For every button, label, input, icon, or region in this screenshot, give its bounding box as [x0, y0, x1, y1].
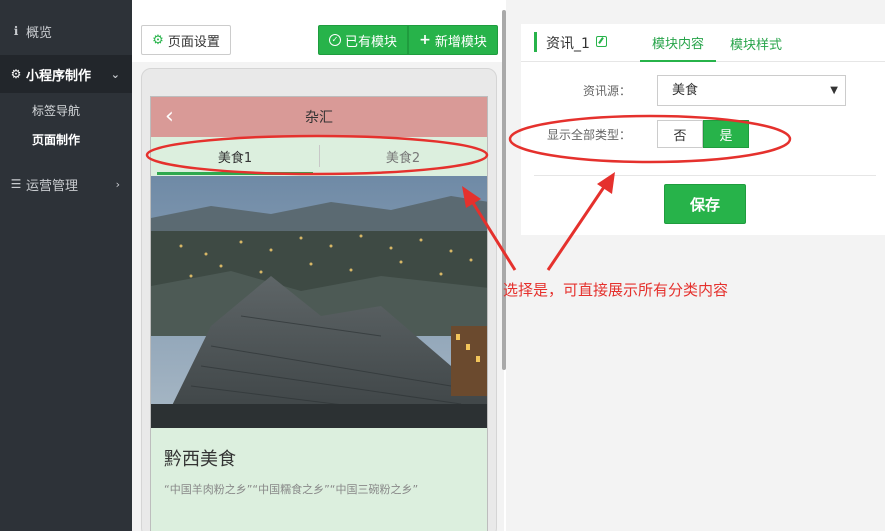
app-root: ℹ 概览 ⚙ 小程序制作 ⌄ 标签导航 页面制作 ☰ 运营管理 › ⚙ 页面设置…	[0, 0, 885, 531]
toolbar: ⚙ 页面设置 ✓ 已有模块 + 新增模块	[132, 0, 504, 62]
add-module-button[interactable]: + 新增模块	[408, 25, 498, 55]
article-description: “中国羊肉粉之乡”“中国糯食之乡”“中国三碗粉之乡”	[164, 483, 419, 496]
save-button[interactable]: 保存	[664, 184, 746, 224]
sidebar-item-label: 小程序制作	[26, 68, 92, 84]
screen-header: ‹ 杂汇	[151, 97, 487, 137]
tab-divider	[319, 145, 320, 167]
chevron-right-icon: ›	[115, 177, 120, 191]
source-select-value: 美食	[672, 83, 699, 98]
check-circle-icon: ✓	[328, 34, 341, 46]
tab-food1[interactable]: 美食1	[151, 137, 319, 175]
annotation-text: 选择是，可直接展示所有分类内容	[503, 281, 729, 299]
plus-icon: +	[419, 32, 431, 48]
settings-panel: 资讯_1 模块内容 模块样式 资讯源： 美食 ▼ 显示全部类型： 否 是 保存	[506, 0, 885, 531]
source-label: 资讯源：	[582, 84, 631, 98]
module-settings-card: 资讯_1 模块内容 模块样式 资讯源： 美食 ▼ 显示全部类型： 否 是 保存	[521, 24, 885, 235]
page-settings-button[interactable]: ⚙ 页面设置	[141, 25, 231, 55]
divider	[534, 175, 876, 176]
toggle-yes-button[interactable]: 是	[703, 120, 749, 148]
sidebar-item-operations[interactable]: ☰ 运营管理 ›	[0, 165, 132, 203]
sidebar-item-label: 运营管理	[26, 178, 79, 194]
sidebar-item-overview[interactable]: ℹ 概览	[0, 12, 132, 50]
tab-module-content[interactable]: 模块内容	[640, 24, 716, 62]
category-tabs: 美食1 美食2	[151, 137, 487, 175]
list-icon: ☰	[10, 177, 22, 191]
article-image[interactable]	[151, 176, 487, 428]
sidebar-item-label: 概览	[26, 25, 53, 41]
toggle-no-button[interactable]: 否	[657, 120, 703, 148]
tab-module-style[interactable]: 模块样式	[721, 24, 791, 62]
preview-panel: ⚙ 页面设置 ✓ 已有模块 + 新增模块 ‹ 杂汇 美食1 美食2 黔西美食 “…	[132, 0, 504, 531]
article-title[interactable]: 黔西美食	[164, 445, 236, 471]
source-select[interactable]: 美食 ▼	[657, 75, 846, 106]
phone-screen: ‹ 杂汇 美食1 美食2 黔西美食 “中国羊肉粉之乡”“中国糯食之乡”“中国三碗…	[150, 96, 488, 531]
existing-modules-button[interactable]: ✓ 已有模块	[318, 25, 408, 55]
screen-title: 杂汇	[305, 110, 333, 126]
tab-food2[interactable]: 美食2	[319, 137, 487, 175]
gear-icon: ⚙	[152, 32, 164, 48]
add-module-label: 新增模块	[434, 34, 487, 50]
edit-icon[interactable]	[596, 36, 607, 47]
page-settings-label: 页面设置	[167, 34, 220, 50]
back-arrow-icon[interactable]: ‹	[165, 104, 174, 129]
caret-down-icon: ▼	[830, 85, 838, 96]
module-name: 资讯_1	[546, 36, 590, 52]
accent-bar	[534, 32, 537, 52]
existing-modules-label: 已有模块	[344, 34, 397, 50]
card-header: 资讯_1 模块内容 模块样式	[521, 24, 885, 62]
sidebar-item-page-design[interactable]: 页面制作	[32, 131, 80, 148]
gear-icon: ⚙	[10, 67, 22, 81]
info-icon: ℹ	[13, 24, 19, 38]
sidebar-item-miniprogram[interactable]: ⚙ 小程序制作 ⌄	[0, 55, 132, 93]
phone-frame: ‹ 杂汇 美食1 美食2 黔西美食 “中国羊肉粉之乡”“中国糯食之乡”“中国三碗…	[141, 68, 497, 531]
sidebar: ℹ 概览 ⚙ 小程序制作 ⌄ 标签导航 页面制作 ☰ 运营管理 ›	[0, 0, 132, 531]
chevron-down-icon: ⌄	[110, 67, 120, 81]
show-all-label: 显示全部类型：	[546, 128, 631, 142]
sidebar-item-tag-nav[interactable]: 标签导航	[32, 102, 80, 119]
